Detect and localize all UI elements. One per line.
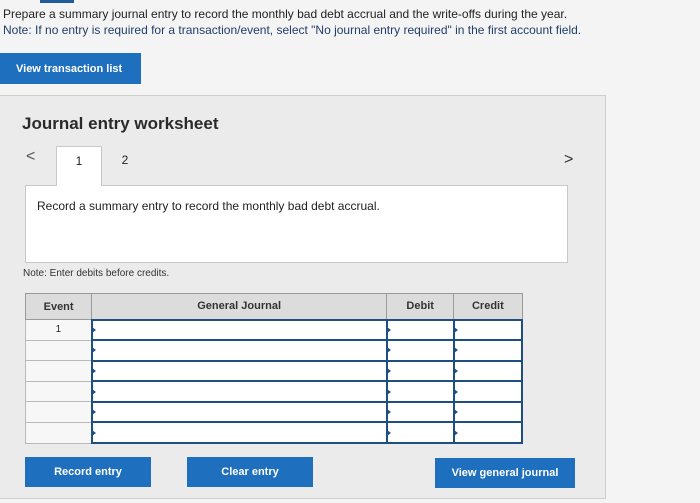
instructions-line: Prepare a summary journal entry to recor… bbox=[3, 7, 568, 21]
top-accent-bar bbox=[40, 0, 74, 3]
instructions-note: Note: If no entry is required for a tran… bbox=[3, 23, 582, 37]
credit-input[interactable] bbox=[452, 359, 524, 383]
credit-input[interactable] bbox=[452, 400, 524, 424]
account-select[interactable] bbox=[90, 318, 388, 342]
record-entry-button[interactable]: Record entry bbox=[25, 457, 151, 487]
debits-note: Note: Enter debits before credits. bbox=[23, 268, 170, 279]
instructions: Prepare a summary journal entry to recor… bbox=[3, 6, 697, 38]
debit-input[interactable] bbox=[385, 380, 455, 403]
table-row bbox=[24, 421, 524, 445]
table-row bbox=[24, 339, 524, 362]
chevron-left-icon[interactable]: < bbox=[26, 148, 35, 166]
credit-input[interactable] bbox=[452, 339, 524, 362]
event-cell: 1 bbox=[24, 319, 93, 341]
event-cell bbox=[24, 421, 93, 444]
table-row: 1 bbox=[24, 318, 524, 342]
column-header-general-journal: General Journal bbox=[91, 293, 388, 320]
debit-input[interactable] bbox=[385, 318, 455, 342]
debit-input[interactable] bbox=[385, 359, 455, 383]
column-header-debit: Debit bbox=[386, 293, 455, 320]
table-row bbox=[24, 359, 524, 383]
tab-2[interactable]: 2 bbox=[110, 146, 140, 176]
chevron-right-icon[interactable]: > bbox=[564, 151, 573, 169]
debit-input[interactable] bbox=[385, 400, 455, 424]
transaction-description: Record a summary entry to record the mon… bbox=[37, 199, 380, 213]
debit-input[interactable] bbox=[385, 421, 455, 445]
account-select[interactable] bbox=[90, 421, 388, 445]
transaction-panel: Record a summary entry to record the mon… bbox=[25, 185, 568, 263]
event-cell bbox=[24, 339, 93, 362]
credit-input[interactable] bbox=[452, 421, 524, 445]
clear-entry-button[interactable]: Clear entry bbox=[187, 457, 313, 487]
journal-entry-worksheet: Journal entry worksheet < 1 2 > Record a… bbox=[0, 95, 606, 499]
column-header-credit: Credit bbox=[453, 293, 523, 320]
event-cell bbox=[24, 380, 93, 403]
table-row bbox=[24, 380, 524, 403]
event-cell bbox=[24, 360, 93, 382]
account-select[interactable] bbox=[90, 339, 388, 362]
credit-input[interactable] bbox=[452, 380, 524, 403]
tab-1[interactable]: 1 bbox=[56, 146, 102, 186]
event-cell bbox=[24, 401, 93, 423]
journal-table: Event General Journal Debit Credit 1 bbox=[24, 293, 524, 445]
account-select[interactable] bbox=[90, 400, 388, 424]
worksheet-title: Journal entry worksheet bbox=[22, 114, 219, 133]
credit-input[interactable] bbox=[452, 318, 524, 342]
debit-input[interactable] bbox=[385, 339, 455, 362]
column-header-event: Event bbox=[24, 293, 93, 320]
account-select[interactable] bbox=[90, 380, 388, 403]
account-select[interactable] bbox=[90, 359, 388, 383]
table-header-row: Event General Journal Debit Credit bbox=[24, 293, 523, 320]
view-transaction-list-button[interactable]: View transaction list bbox=[0, 53, 141, 84]
view-general-journal-button[interactable]: View general journal bbox=[435, 458, 575, 488]
table-row bbox=[24, 400, 524, 424]
